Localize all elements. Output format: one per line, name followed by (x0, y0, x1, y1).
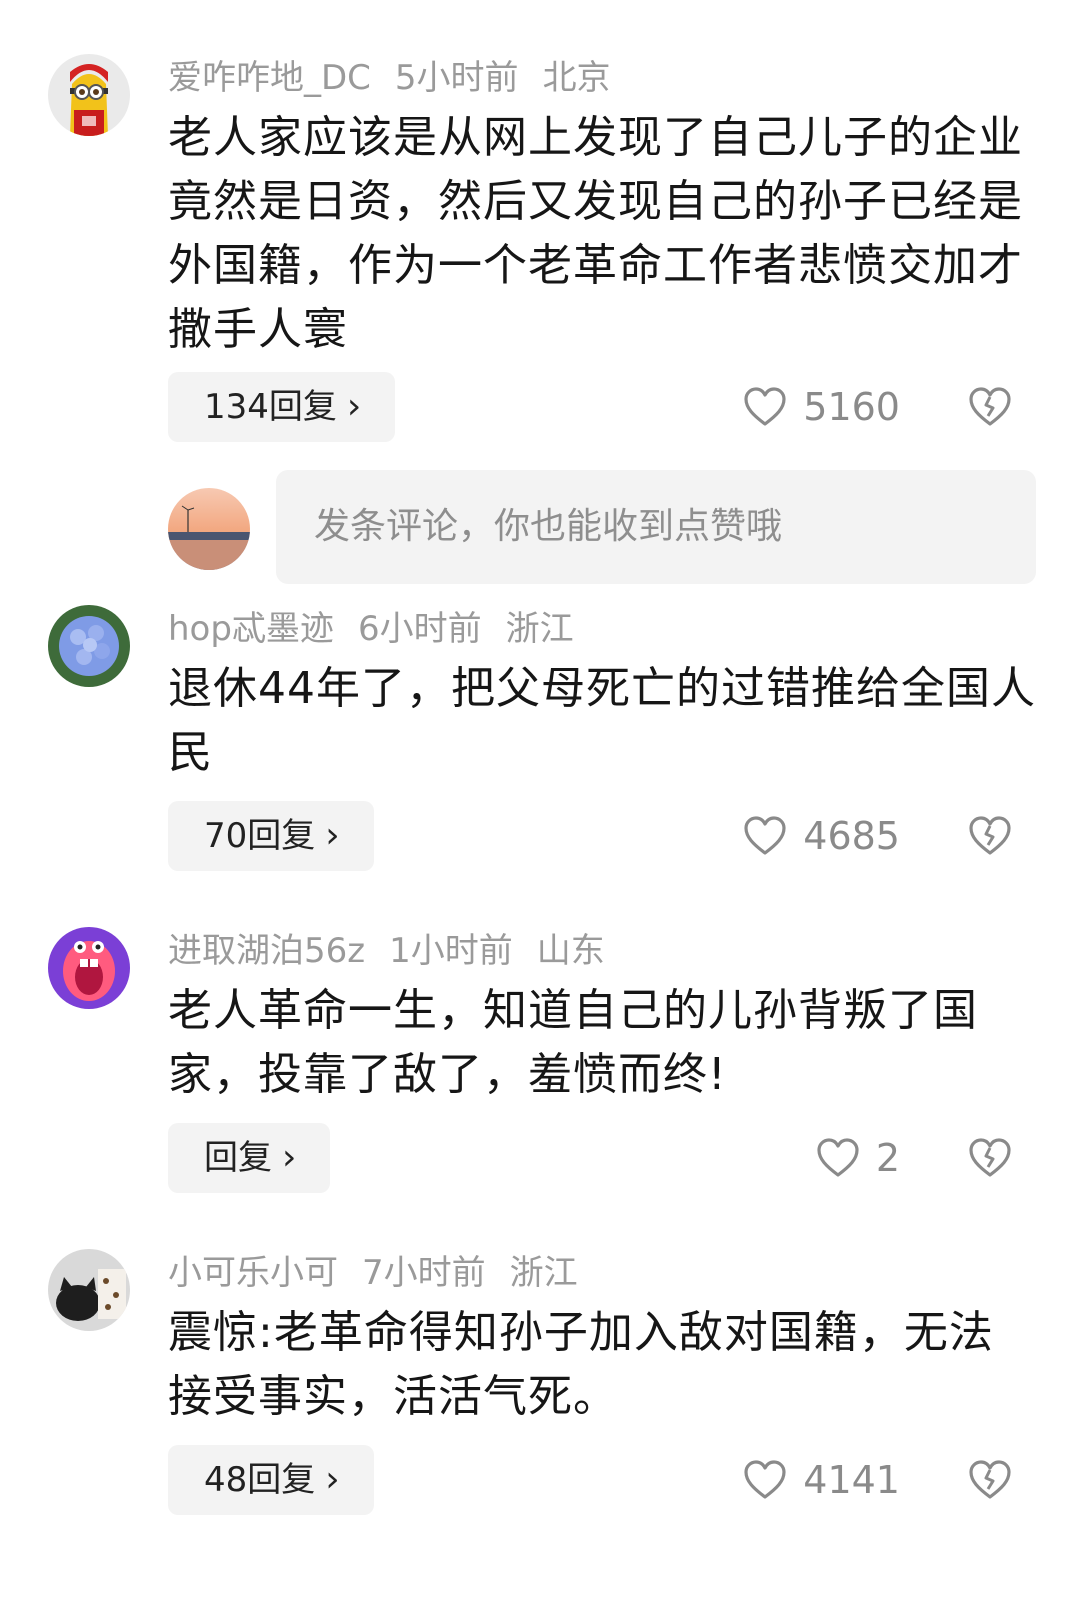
heart-outline-icon (744, 387, 786, 426)
like-count: 4141 (803, 1458, 900, 1502)
heart-outline-icon (744, 816, 786, 855)
like-count: 2 (875, 1136, 900, 1180)
broken-heart-icon (969, 1460, 1011, 1499)
timestamp: 6小时前 (357, 609, 482, 649)
like-button[interactable]: 4685 (743, 801, 900, 871)
avatar[interactable] (48, 1249, 130, 1331)
comment-meta: hop忒墨迹 6小时前 浙江 (168, 607, 598, 651)
comment-text: 震惊:老革命得知孙子加入敌对国籍，无法接受事实，活活气死。 (168, 1307, 994, 1422)
reply-button[interactable]: 70回复 › (168, 801, 374, 871)
chevron-right-icon: › (325, 1459, 340, 1500)
cat-avatar-icon (48, 1249, 130, 1331)
reply-button[interactable]: 134回复 › (168, 372, 396, 442)
reply-label: 134回复 (204, 387, 337, 427)
avatar[interactable] (48, 605, 130, 687)
sunset-avatar-icon (168, 488, 250, 570)
avatar[interactable] (48, 927, 130, 1009)
dislike-button[interactable] (968, 801, 1012, 871)
reply-label: 70回复 (204, 816, 316, 856)
dislike-button[interactable] (968, 1445, 1012, 1515)
comment-text: 老人革命一生，知道自己的儿孙背叛了国家，投靠了敌了，羞愤而终! (168, 985, 978, 1100)
username[interactable]: 小可乐小可 (168, 1253, 338, 1293)
comment-compose: 发条评论，你也能收到点赞哦 (0, 470, 1080, 590)
comment-text: 老人家应该是从网上发现了自己儿子的企业竟然是日资，然后又发现自己的孙子已经是外国… (168, 112, 1023, 355)
comment-meta: 小可乐小可 7小时前 浙江 (168, 1251, 602, 1295)
timestamp: 7小时前 (362, 1253, 486, 1293)
username[interactable]: hop忒墨迹 (168, 609, 334, 649)
location: 浙江 (509, 1253, 578, 1293)
hydrangea-avatar-icon (48, 605, 130, 687)
comment-input[interactable]: 发条评论，你也能收到点赞哦 (276, 470, 1036, 584)
reply-label: 回复 (204, 1138, 272, 1178)
chevron-right-icon: › (282, 1137, 297, 1178)
broken-heart-icon (969, 816, 1011, 855)
heart-outline-icon (817, 1138, 859, 1177)
broken-heart-icon (969, 387, 1011, 426)
like-button[interactable]: 2 (816, 1123, 900, 1193)
like-button[interactable]: 4141 (743, 1445, 900, 1515)
comment-meta: 进取湖泊56z 1小时前 山东 (168, 929, 629, 973)
username[interactable]: 进取湖泊56z (168, 931, 365, 971)
location: 北京 (542, 58, 611, 98)
cartoon-mouth-avatar-icon (48, 927, 130, 1009)
location: 浙江 (505, 609, 574, 649)
chevron-right-icon: › (325, 815, 340, 856)
heart-outline-icon (744, 1460, 786, 1499)
like-button[interactable]: 5160 (743, 372, 900, 442)
broken-heart-icon (969, 1138, 1011, 1177)
like-count: 4685 (803, 814, 900, 858)
reply-button[interactable]: 48回复 › (168, 1445, 374, 1515)
dislike-button[interactable] (968, 1123, 1012, 1193)
my-avatar (168, 488, 250, 570)
username[interactable]: 爱咋咋地_DC (168, 58, 371, 98)
comment-text: 退休44年了，把父母死亡的过错推给全国人民 (168, 663, 1036, 778)
comment-meta: 爱咋咋地_DC 5小时前 北京 (168, 56, 635, 100)
timestamp: 5小时前 (394, 58, 519, 98)
dislike-button[interactable] (968, 372, 1012, 442)
reply-label: 48回复 (204, 1460, 316, 1500)
like-count: 5160 (803, 385, 900, 429)
minion-avatar-icon (48, 54, 130, 136)
reply-button[interactable]: 回复 › (168, 1123, 331, 1193)
chevron-right-icon: › (346, 386, 362, 427)
timestamp: 1小时前 (389, 931, 513, 971)
avatar[interactable] (48, 54, 130, 136)
location: 山东 (536, 931, 605, 971)
